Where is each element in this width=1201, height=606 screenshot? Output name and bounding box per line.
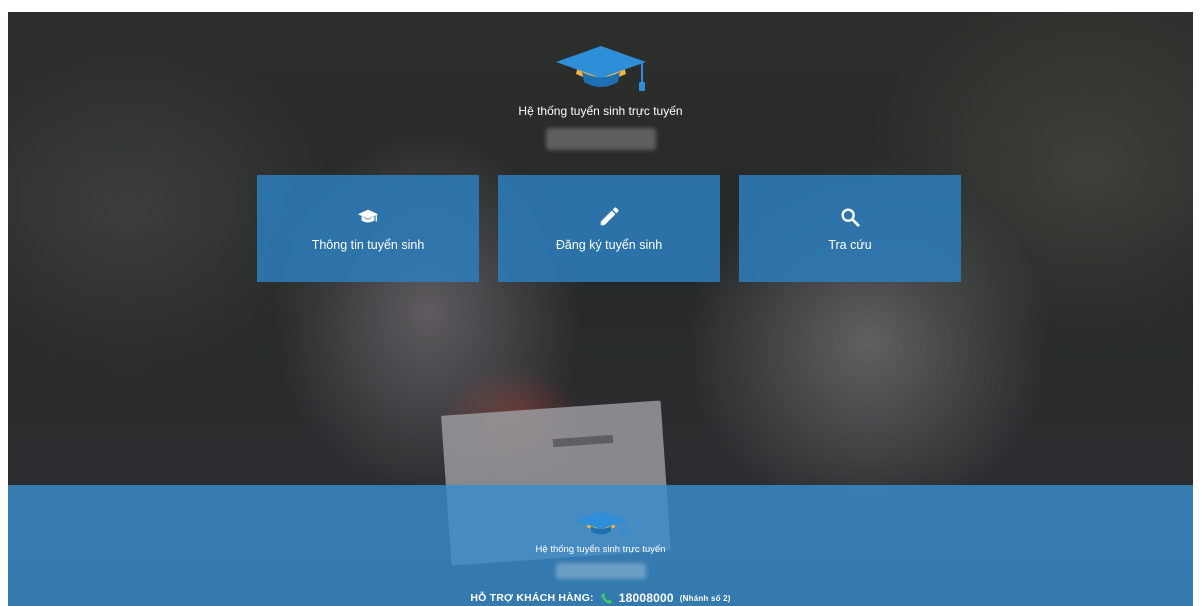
tile-lookup[interactable]: Tra cứu <box>739 175 961 282</box>
pencil-icon <box>600 206 619 225</box>
graduation-cap-icon <box>357 209 379 222</box>
site-header: Hệ thống tuyển sinh trực tuyến <box>8 42 1193 150</box>
customer-support: HỖ TRỢ KHÁCH HÀNG: 18008000 (Nhánh số 2) <box>8 591 1193 605</box>
tile-label: Thông tin tuyển sinh <box>311 237 425 252</box>
page-frame: Hệ thống tuyển sinh trực tuyến Thông tin… <box>8 12 1193 606</box>
graduation-cap-logo-icon <box>575 511 626 537</box>
tile-label: Đăng ký tuyển sinh <box>555 237 663 252</box>
site-footer: Hệ thống tuyển sinh trực tuyến HỖ TRỢ KH… <box>8 485 1193 606</box>
menu-tiles: Thông tin tuyển sinh Đăng ký tuyển sinh … <box>257 175 961 282</box>
tile-admission-info[interactable]: Thông tin tuyển sinh <box>257 175 479 282</box>
support-label: HỖ TRỢ KHÁCH HÀNG: <box>470 592 594 604</box>
blurred-footer-subtitle <box>555 563 646 579</box>
support-phone-number[interactable]: 18008000 <box>619 591 674 605</box>
graduation-cap-logo-icon[interactable] <box>546 42 656 102</box>
phone-icon <box>600 592 612 604</box>
tile-register[interactable]: Đăng ký tuyển sinh <box>498 175 720 282</box>
tile-label: Tra cứu <box>828 237 872 252</box>
blurred-subtitle <box>545 128 656 150</box>
support-phone-extension: (Nhánh số 2) <box>679 593 731 603</box>
footer-title: Hệ thống tuyển sinh trực tuyến <box>535 544 666 555</box>
search-icon <box>841 207 860 227</box>
site-title: Hệ thống tuyển sinh trực tuyến <box>518 104 683 118</box>
